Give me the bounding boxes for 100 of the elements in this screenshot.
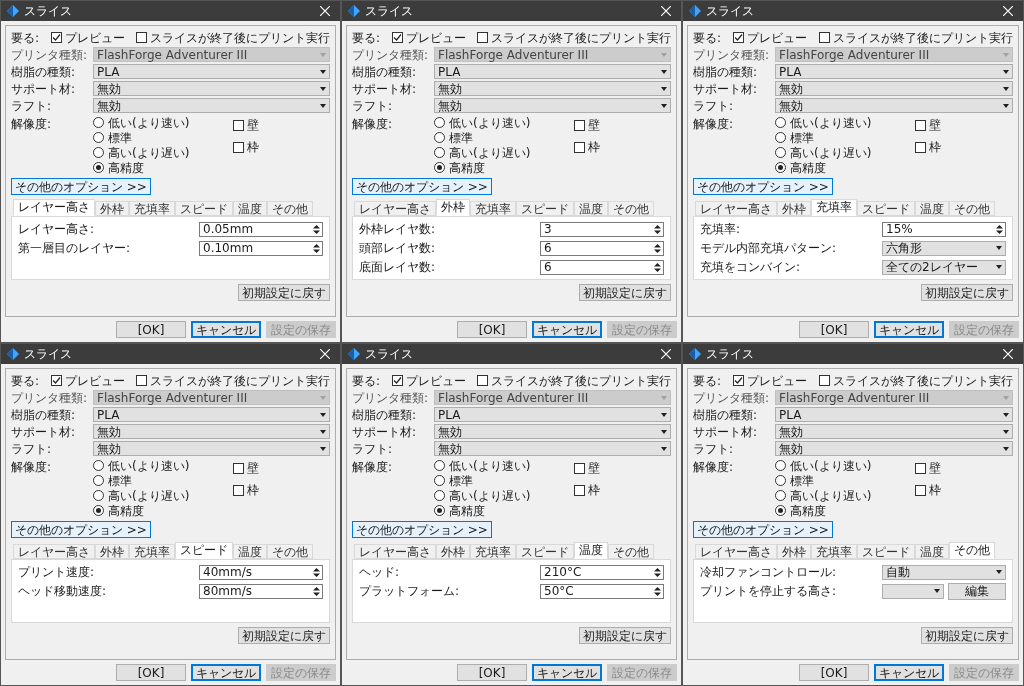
radio-button[interactable] (434, 505, 445, 516)
checkbox[interactable] (733, 32, 744, 43)
tab[interactable]: 充填率 (811, 199, 857, 216)
dropdown[interactable]: PLA (93, 64, 330, 79)
tab[interactable]: 温度 (574, 201, 608, 216)
edit-button[interactable]: 編集 (948, 582, 1006, 600)
checkbox[interactable] (915, 141, 926, 153)
checkbox[interactable] (477, 32, 488, 43)
dropdown[interactable]: 無効 (434, 98, 671, 113)
reset-defaults-button[interactable]: 初期設定に戻す (238, 284, 330, 301)
checkbox[interactable] (915, 119, 926, 131)
more-options-button[interactable]: その他のオプション >> (11, 178, 151, 195)
reset-defaults-button[interactable]: 初期設定に戻す (579, 627, 671, 644)
tab[interactable]: 充填率 (811, 544, 857, 559)
dropdown[interactable]: 無効 (434, 424, 671, 439)
checkbox[interactable] (233, 119, 244, 131)
dropdown[interactable]: 全ての2レイヤー (882, 259, 1006, 275)
tab[interactable]: スピード (857, 544, 915, 559)
checkbox[interactable] (574, 484, 585, 496)
radio-button[interactable] (775, 162, 786, 173)
close-icon[interactable] (1003, 6, 1013, 16)
radio-button[interactable] (775, 117, 786, 128)
checkbox[interactable] (819, 32, 830, 43)
dialog-button[interactable]: [OK] (799, 321, 869, 338)
dropdown[interactable]: 無効 (93, 81, 330, 96)
dropdown[interactable]: 無効 (93, 441, 330, 456)
dialog-button[interactable]: [OK] (116, 664, 186, 681)
dropdown[interactable]: PLA (93, 407, 330, 422)
tab[interactable]: 充填率 (129, 201, 175, 216)
tab[interactable]: その他 (267, 201, 313, 216)
checkbox[interactable] (51, 375, 62, 386)
checkbox[interactable] (915, 484, 926, 496)
spin-field[interactable]: 210°C (540, 564, 664, 580)
checkbox[interactable] (574, 119, 585, 131)
tab[interactable]: スピード (175, 201, 233, 216)
dialog-button[interactable]: キャンセル (874, 664, 944, 681)
radio-button[interactable] (434, 117, 445, 128)
dropdown[interactable]: 無効 (434, 441, 671, 456)
more-options-button[interactable]: その他のオプション >> (693, 521, 833, 538)
tab[interactable]: その他 (949, 542, 995, 559)
tab[interactable]: レイヤー高さ (354, 201, 436, 216)
dropdown[interactable]: 無効 (775, 424, 1013, 439)
more-options-button[interactable]: その他のオプション >> (352, 178, 492, 195)
tab[interactable]: 温度 (915, 544, 949, 559)
spin-field[interactable]: 0.05mm (199, 221, 323, 237)
radio-button[interactable] (434, 132, 445, 143)
tab[interactable]: その他 (608, 201, 654, 216)
dropdown[interactable]: PLA (434, 407, 671, 422)
tab[interactable]: 外枠 (777, 201, 811, 216)
dropdown[interactable]: 無効 (775, 441, 1013, 456)
tab[interactable]: 温度 (915, 201, 949, 216)
radio-button[interactable] (775, 490, 786, 501)
dropdown[interactable]: 六角形 (882, 240, 1006, 256)
spin-field[interactable]: 6 (540, 259, 664, 275)
tab[interactable]: スピード (857, 201, 915, 216)
tab[interactable]: スピード (516, 201, 574, 216)
tab[interactable]: 外枠 (95, 201, 129, 216)
radio-button[interactable] (93, 117, 104, 128)
tab[interactable]: レイヤー高さ (13, 199, 95, 216)
tab[interactable]: スピード (175, 542, 233, 559)
tab[interactable]: 充填率 (470, 544, 516, 559)
tab[interactable]: 温度 (233, 201, 267, 216)
radio-button[interactable] (775, 505, 786, 516)
checkbox[interactable] (51, 32, 62, 43)
tab[interactable]: その他 (608, 544, 654, 559)
checkbox[interactable] (136, 32, 147, 43)
radio-button[interactable] (434, 162, 445, 173)
tab[interactable]: スピード (516, 544, 574, 559)
radio-button[interactable] (93, 132, 104, 143)
more-options-button[interactable]: その他のオプション >> (352, 521, 492, 538)
checkbox[interactable] (233, 462, 244, 474)
radio-button[interactable] (434, 490, 445, 501)
spin-field[interactable]: 80mm/s (199, 583, 323, 599)
checkbox[interactable] (819, 375, 830, 386)
radio-button[interactable] (93, 162, 104, 173)
close-icon[interactable] (661, 349, 671, 359)
spin-field[interactable]: 50°C (540, 583, 664, 599)
radio-button[interactable] (775, 147, 786, 158)
checkbox[interactable] (574, 141, 585, 153)
dialog-button[interactable]: [OK] (799, 664, 869, 681)
dropdown[interactable]: 無効 (434, 81, 671, 96)
close-icon[interactable] (1003, 349, 1013, 359)
close-icon[interactable] (320, 6, 330, 16)
dropdown[interactable]: PLA (434, 64, 671, 79)
tab[interactable]: 温度 (233, 544, 267, 559)
radio-button[interactable] (93, 460, 104, 471)
checkbox[interactable] (392, 32, 403, 43)
dialog-button[interactable]: [OK] (457, 321, 527, 338)
tab[interactable]: 温度 (574, 542, 608, 559)
reset-defaults-button[interactable]: 初期設定に戻す (238, 627, 330, 644)
checkbox[interactable] (392, 375, 403, 386)
dropdown[interactable]: PLA (775, 407, 1013, 422)
reset-defaults-button[interactable]: 初期設定に戻す (579, 284, 671, 301)
more-options-button[interactable]: その他のオプション >> (11, 521, 151, 538)
close-icon[interactable] (661, 6, 671, 16)
dropdown[interactable]: 無効 (93, 424, 330, 439)
radio-button[interactable] (775, 460, 786, 471)
more-options-button[interactable]: その他のオプション >> (693, 178, 833, 195)
tab[interactable]: レイヤー高さ (354, 544, 436, 559)
dropdown[interactable]: 自動 (882, 564, 1006, 580)
